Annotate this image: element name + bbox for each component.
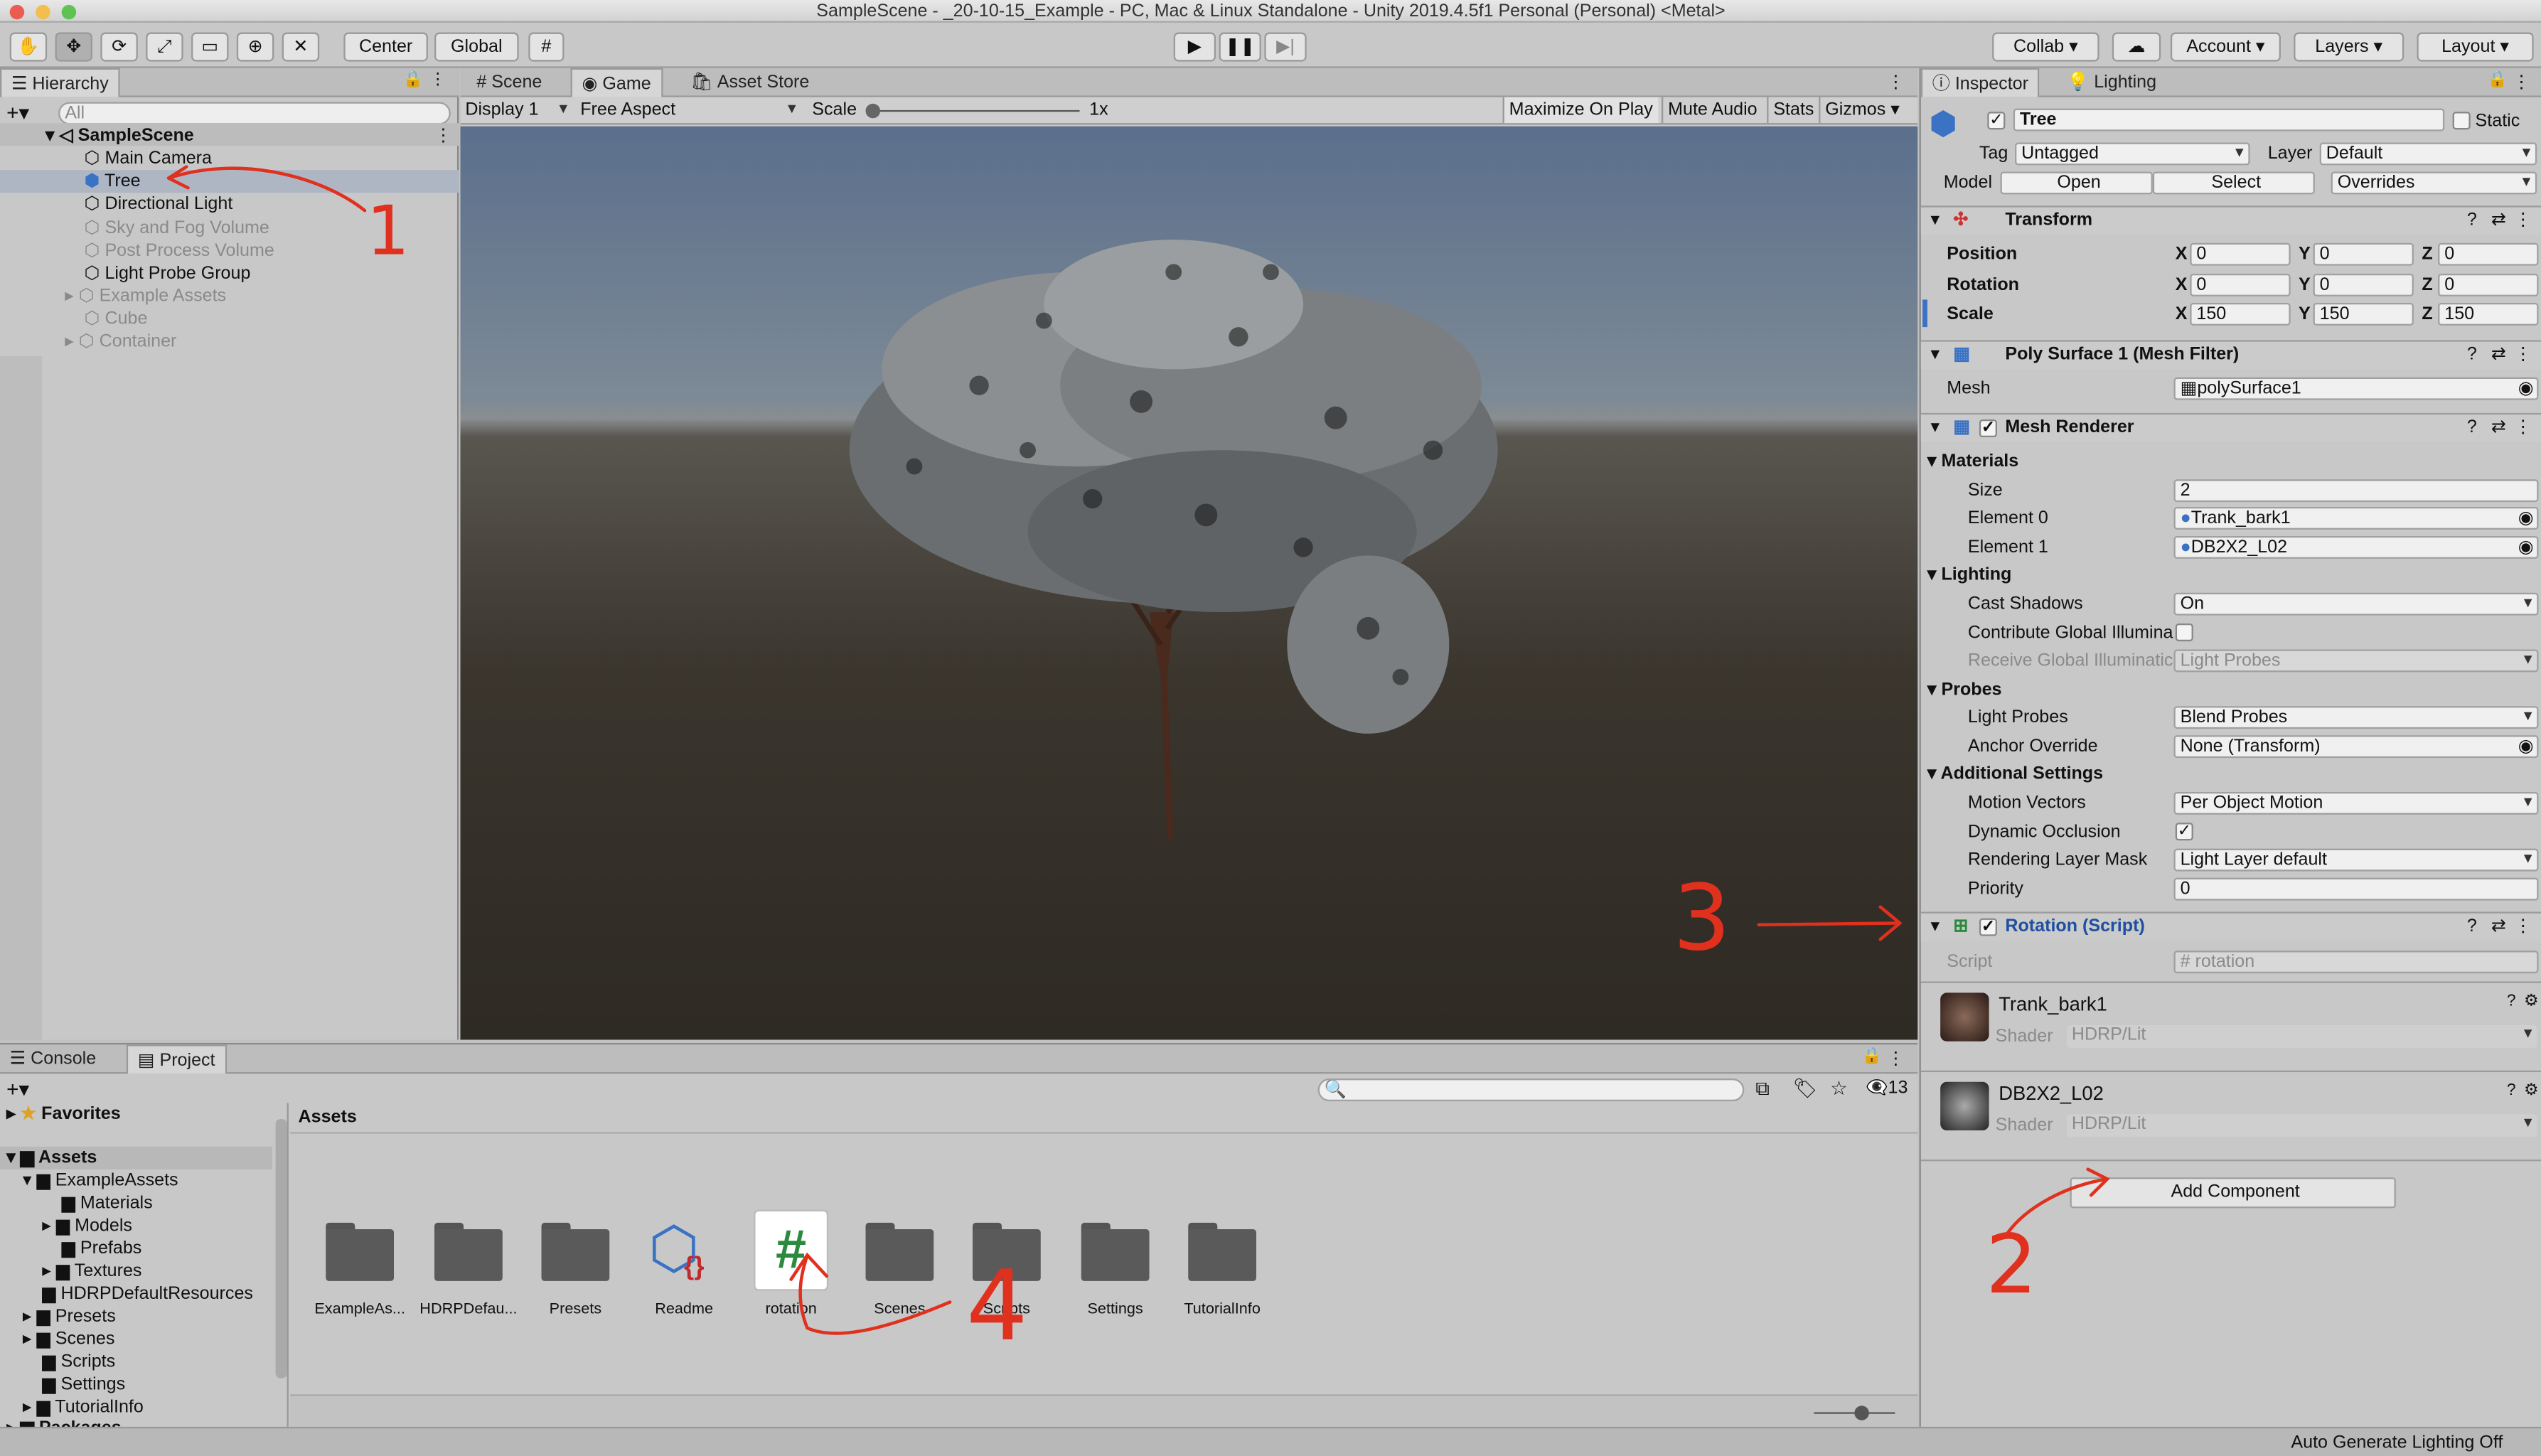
annotation-number-2: 2	[1986, 1218, 2038, 1312]
annotation-arrow-1	[166, 166, 367, 213]
annotation-number-4: 4	[965, 1250, 1028, 1364]
annotation-arrow-4	[789, 1252, 952, 1335]
annotation-number-1: 1	[366, 191, 410, 271]
annotation-arrow-3	[1757, 905, 1903, 941]
annotation-number-3: 3	[1672, 866, 1731, 972]
